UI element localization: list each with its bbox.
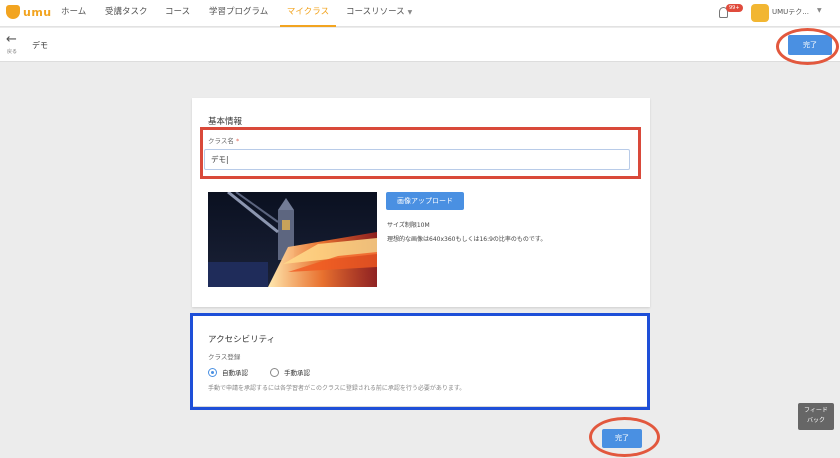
avatar[interactable] bbox=[751, 4, 769, 22]
umu-logo[interactable]: umu bbox=[6, 5, 52, 19]
accessibility-highlight bbox=[190, 313, 650, 410]
feedback-button[interactable]: フィード バック bbox=[798, 403, 834, 430]
nav-item-home[interactable]: ホーム bbox=[61, 0, 86, 27]
class-name-highlight bbox=[200, 127, 641, 179]
nav-item-programs[interactable]: 学習プログラム bbox=[209, 0, 268, 27]
page-title: デモ bbox=[32, 41, 48, 50]
nav-item-course-resources[interactable]: コースリソース ▼ bbox=[346, 0, 412, 27]
feedback-label: フィード バック bbox=[804, 407, 828, 424]
top-navigation: umu ホーム 受講タスク コース 学習プログラム マイクラス コースリソース ▼… bbox=[0, 0, 840, 27]
cover-image bbox=[208, 192, 377, 287]
nav-item-course-resources-label: コースリソース bbox=[346, 7, 405, 17]
callout-ring-done-top bbox=[776, 28, 839, 65]
image-recommendation-text: 理想的な画像は640x360もしくは16:9の比率のものです。 bbox=[387, 236, 547, 243]
umu-logo-icon bbox=[6, 5, 20, 19]
back-label[interactable]: 戻る bbox=[7, 48, 17, 55]
notification-badge: 99+ bbox=[726, 4, 743, 12]
tower-bridge-photo bbox=[208, 192, 377, 287]
upload-image-button[interactable]: 画像アップロード bbox=[386, 192, 464, 210]
logo-text: umu bbox=[23, 5, 52, 19]
user-name[interactable]: UMUテク... bbox=[772, 7, 809, 17]
chevron-down-icon[interactable]: ▼ bbox=[817, 7, 822, 14]
basic-info-title: 基本情報 bbox=[208, 117, 243, 127]
nav-item-tasks[interactable]: 受講タスク bbox=[105, 0, 148, 27]
callout-ring-done-bottom bbox=[589, 417, 660, 457]
arrow-left-icon[interactable]: ← bbox=[6, 33, 17, 46]
chevron-down-icon: ▼ bbox=[407, 9, 413, 16]
size-limit-text: サイズ制限10M bbox=[387, 222, 430, 229]
nav-item-my-class[interactable]: マイクラス bbox=[280, 0, 336, 27]
nav-item-courses[interactable]: コース bbox=[165, 0, 190, 27]
page-header: ← 戻る デモ bbox=[0, 28, 840, 62]
